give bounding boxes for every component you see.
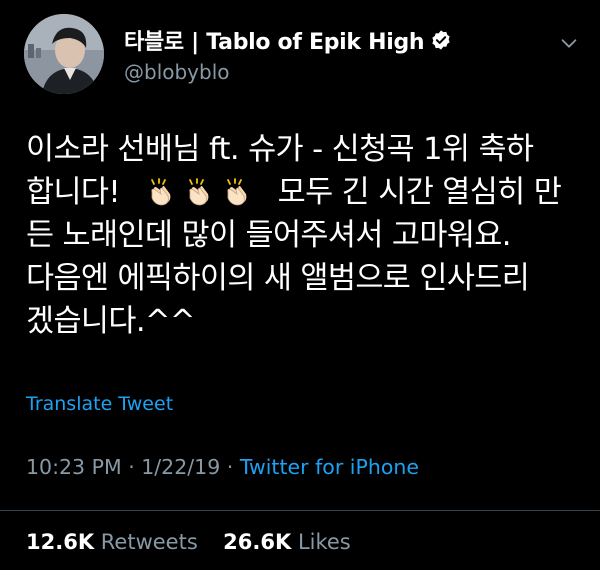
tweet-time[interactable]: 10:23 PM [26,455,122,479]
likes-count: 26.6K [223,530,292,554]
author-handle[interactable]: @blobyblo [124,60,230,84]
clapping-hands-emoji-icon [189,178,209,206]
tweet-text: 이소라 선배님 ft. 슈가 - 신청곡 1위 축하 합니다! 모두 긴 시간 … [26,128,576,343]
tweet-detail: 타블로 | Tablo of Epik High @blobyblo 이소라 선… [0,0,600,570]
tweet-text-line: 다음엔 에픽하이의 새 앨범으로 인사드리 [26,261,530,296]
tweet-text-line: 합니다! 모두 긴 시간 열심히 만 [26,171,576,214]
likes-stat[interactable]: 26.6K Likes [223,530,351,554]
chevron-down-icon[interactable] [558,32,580,54]
tweet-text-line: 든 노래인데 많이 들어주셔서 고마워요. [26,218,511,253]
divider [0,510,600,511]
tweet-text-segment: 합니다! [26,175,121,210]
clapping-hands-emoji-icon [227,178,247,206]
display-name[interactable]: 타블로 | Tablo of Epik High [124,24,425,56]
verified-badge-icon [432,30,450,50]
retweets-stat[interactable]: 12.6K Retweets [26,530,204,554]
tweet-text-segment: 모두 긴 시간 열심히 만 [277,175,562,210]
author-name-row[interactable]: 타블로 | Tablo of Epik High [124,24,452,56]
avatar-photo [24,14,104,94]
meta-separator: · [226,455,240,479]
tweet-text-line: 이소라 선배님 ft. 슈가 - 신청곡 1위 축하 [26,132,534,167]
retweets-label: Retweets [100,530,198,554]
tweet-date[interactable]: 1/22/19 [141,455,220,479]
clapping-hands-emoji-icon [151,178,171,206]
avatar[interactable] [24,14,104,94]
tweet-meta: 10:23 PM · 1/22/19 · Twitter for iPhone [26,455,419,479]
retweets-count: 12.6K [26,530,95,554]
likes-label: Likes [297,530,351,554]
tweet-source-link[interactable]: Twitter for iPhone [240,455,419,479]
tweet-header: 타블로 | Tablo of Epik High @blobyblo [24,14,584,100]
translate-tweet-link[interactable]: Translate Tweet [26,393,173,415]
meta-separator: · [128,455,142,479]
tweet-stats: 12.6K Retweets 26.6K Likes [26,530,351,554]
tweet-text-line: 겠습니다.^^ [26,304,195,339]
